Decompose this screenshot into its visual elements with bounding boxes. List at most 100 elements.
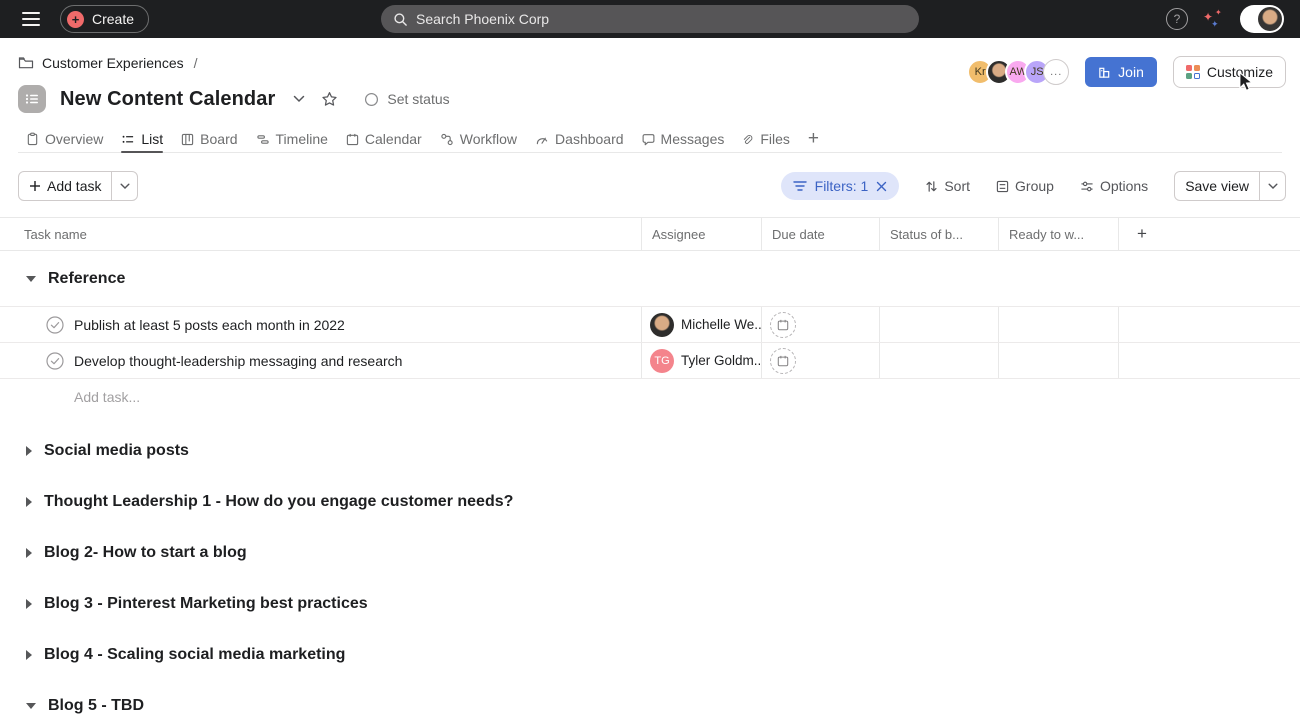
section-title[interactable]: Blog 5 - TBD <box>48 697 144 715</box>
add-column-button[interactable]: + <box>1118 218 1300 250</box>
create-button-label: Create <box>92 11 134 27</box>
options-button[interactable]: Options <box>1080 178 1148 194</box>
set-due-date-icon[interactable] <box>770 348 796 374</box>
breadcrumb-team[interactable]: Customer Experiences <box>42 55 184 71</box>
help-button[interactable]: ? <box>1166 8 1188 30</box>
section-header-reference[interactable]: Reference <box>0 251 1300 307</box>
tab-board[interactable]: Board <box>173 126 245 152</box>
list-toolbar: Add task Filters: 1 Sort Group Options S… <box>18 169 1286 203</box>
tab-label: Overview <box>45 131 103 147</box>
status-cell[interactable] <box>879 307 998 342</box>
create-button[interactable]: + Create <box>60 5 149 33</box>
ai-sparkles-icon[interactable]: ✦✦✦ <box>1203 8 1225 30</box>
assignee-cell[interactable]: Michelle We... <box>641 307 761 342</box>
section-title[interactable]: Blog 4 - Scaling social media marketing <box>44 646 345 664</box>
save-view-button[interactable]: Save view <box>1175 172 1259 200</box>
calendar-icon <box>777 355 789 367</box>
board-icon <box>181 133 194 146</box>
column-header-assignee[interactable]: Assignee <box>641 218 761 250</box>
section-title[interactable]: Blog 2- How to start a blog <box>44 544 247 562</box>
tab-label: Calendar <box>365 131 422 147</box>
status-cell[interactable] <box>879 343 998 378</box>
filters-pill[interactable]: Filters: 1 <box>781 172 900 200</box>
section-header-social-media-posts[interactable]: Social media posts <box>0 435 1300 466</box>
save-view-dropdown[interactable] <box>1259 172 1285 200</box>
set-status-button[interactable]: Set status <box>364 91 449 107</box>
section-header-blog-2[interactable]: Blog 2- How to start a blog <box>0 537 1300 568</box>
clear-filter-icon[interactable] <box>876 181 887 192</box>
section-title[interactable]: Blog 3 - Pinterest Marketing best practi… <box>44 595 368 613</box>
customize-button[interactable]: Customize <box>1173 56 1286 88</box>
task-name[interactable]: Develop thought-leadership messaging and… <box>74 353 402 369</box>
section-header-thought-leadership-1[interactable]: Thought Leadership 1 - How do you engage… <box>0 486 1300 517</box>
add-view-button[interactable]: + <box>800 128 827 150</box>
plus-icon <box>29 180 41 192</box>
tab-label: Timeline <box>276 131 328 147</box>
section-title[interactable]: Social media posts <box>44 442 189 460</box>
favorite-star-icon[interactable] <box>321 91 338 108</box>
search-input[interactable]: Search Phoenix Corp <box>381 5 919 33</box>
tab-dashboard[interactable]: Dashboard <box>527 126 632 152</box>
table-row[interactable]: Publish at least 5 posts each month in 2… <box>0 307 1300 343</box>
filter-icon <box>793 180 807 192</box>
sort-button[interactable]: Sort <box>925 178 970 194</box>
join-button[interactable]: Join <box>1085 57 1157 87</box>
expand-arrow-icon[interactable] <box>26 497 32 507</box>
tab-overview[interactable]: Overview <box>18 126 111 152</box>
sidebar-toggle-icon[interactable] <box>12 0 50 38</box>
table-row[interactable]: Develop thought-leadership messaging and… <box>0 343 1300 379</box>
tab-list[interactable]: List <box>113 126 171 152</box>
collapse-arrow-icon[interactable] <box>26 703 36 709</box>
due-date-cell[interactable] <box>761 307 879 342</box>
calendar-icon <box>777 319 789 331</box>
options-sliders-icon <box>1080 180 1094 193</box>
chevron-down-icon[interactable] <box>293 95 305 103</box>
expand-arrow-icon[interactable] <box>26 548 32 558</box>
due-date-cell[interactable] <box>761 343 879 378</box>
tab-label: Board <box>200 131 237 147</box>
plus-icon: + <box>67 11 84 28</box>
section-header-blog-5[interactable]: Blog 5 - TBD <box>0 690 1300 721</box>
group-label: Group <box>1015 178 1054 194</box>
section-header-blog-3[interactable]: Blog 3 - Pinterest Marketing best practi… <box>0 588 1300 619</box>
workflow-icon <box>440 133 454 146</box>
user-avatar[interactable] <box>1240 5 1284 33</box>
tab-messages[interactable]: Messages <box>634 126 733 152</box>
expand-arrow-icon[interactable] <box>26 650 32 660</box>
add-task-dropdown[interactable] <box>111 172 137 200</box>
column-header-status[interactable]: Status of b... <box>879 218 998 250</box>
breadcrumb-separator: / <box>194 55 198 71</box>
member-avatars[interactable]: Kr AW JS ... <box>967 59 1069 85</box>
column-header-ready[interactable]: Ready to w... <box>998 218 1118 250</box>
expand-arrow-icon[interactable] <box>26 446 32 456</box>
set-due-date-icon[interactable] <box>770 312 796 338</box>
column-header-due-date[interactable]: Due date <box>761 218 879 250</box>
extra-cell <box>1118 343 1300 378</box>
ready-cell[interactable] <box>998 307 1118 342</box>
section-title[interactable]: Reference <box>48 270 125 288</box>
sort-label: Sort <box>944 178 970 194</box>
tab-calendar[interactable]: Calendar <box>338 126 430 152</box>
add-task-inline-button[interactable]: Add task... <box>0 379 1300 415</box>
tab-timeline[interactable]: Timeline <box>248 126 336 152</box>
section-header-blog-4[interactable]: Blog 4 - Scaling social media marketing <box>0 639 1300 670</box>
tab-files[interactable]: Files <box>734 126 798 152</box>
assignee-name: Tyler Goldm... <box>681 353 761 368</box>
project-icon[interactable] <box>18 85 46 113</box>
complete-check-icon[interactable] <box>46 352 64 370</box>
section-title[interactable]: Thought Leadership 1 - How do you engage… <box>44 493 513 511</box>
add-task-button[interactable]: Add task <box>19 172 111 200</box>
tab-workflow[interactable]: Workflow <box>432 126 525 152</box>
calendar-icon <box>346 133 359 146</box>
tab-label: Dashboard <box>555 131 624 147</box>
expand-arrow-icon[interactable] <box>26 599 32 609</box>
column-header-task-name[interactable]: Task name <box>0 218 641 250</box>
group-button[interactable]: Group <box>996 178 1054 194</box>
view-tabs: Overview List Board Timeline Calendar Wo… <box>18 126 1282 153</box>
assignee-cell[interactable]: TG Tyler Goldm... <box>641 343 761 378</box>
complete-check-icon[interactable] <box>46 316 64 334</box>
task-name[interactable]: Publish at least 5 posts each month in 2… <box>74 317 345 333</box>
more-members-button[interactable]: ... <box>1043 59 1069 85</box>
ready-cell[interactable] <box>998 343 1118 378</box>
collapse-arrow-icon[interactable] <box>26 276 36 282</box>
